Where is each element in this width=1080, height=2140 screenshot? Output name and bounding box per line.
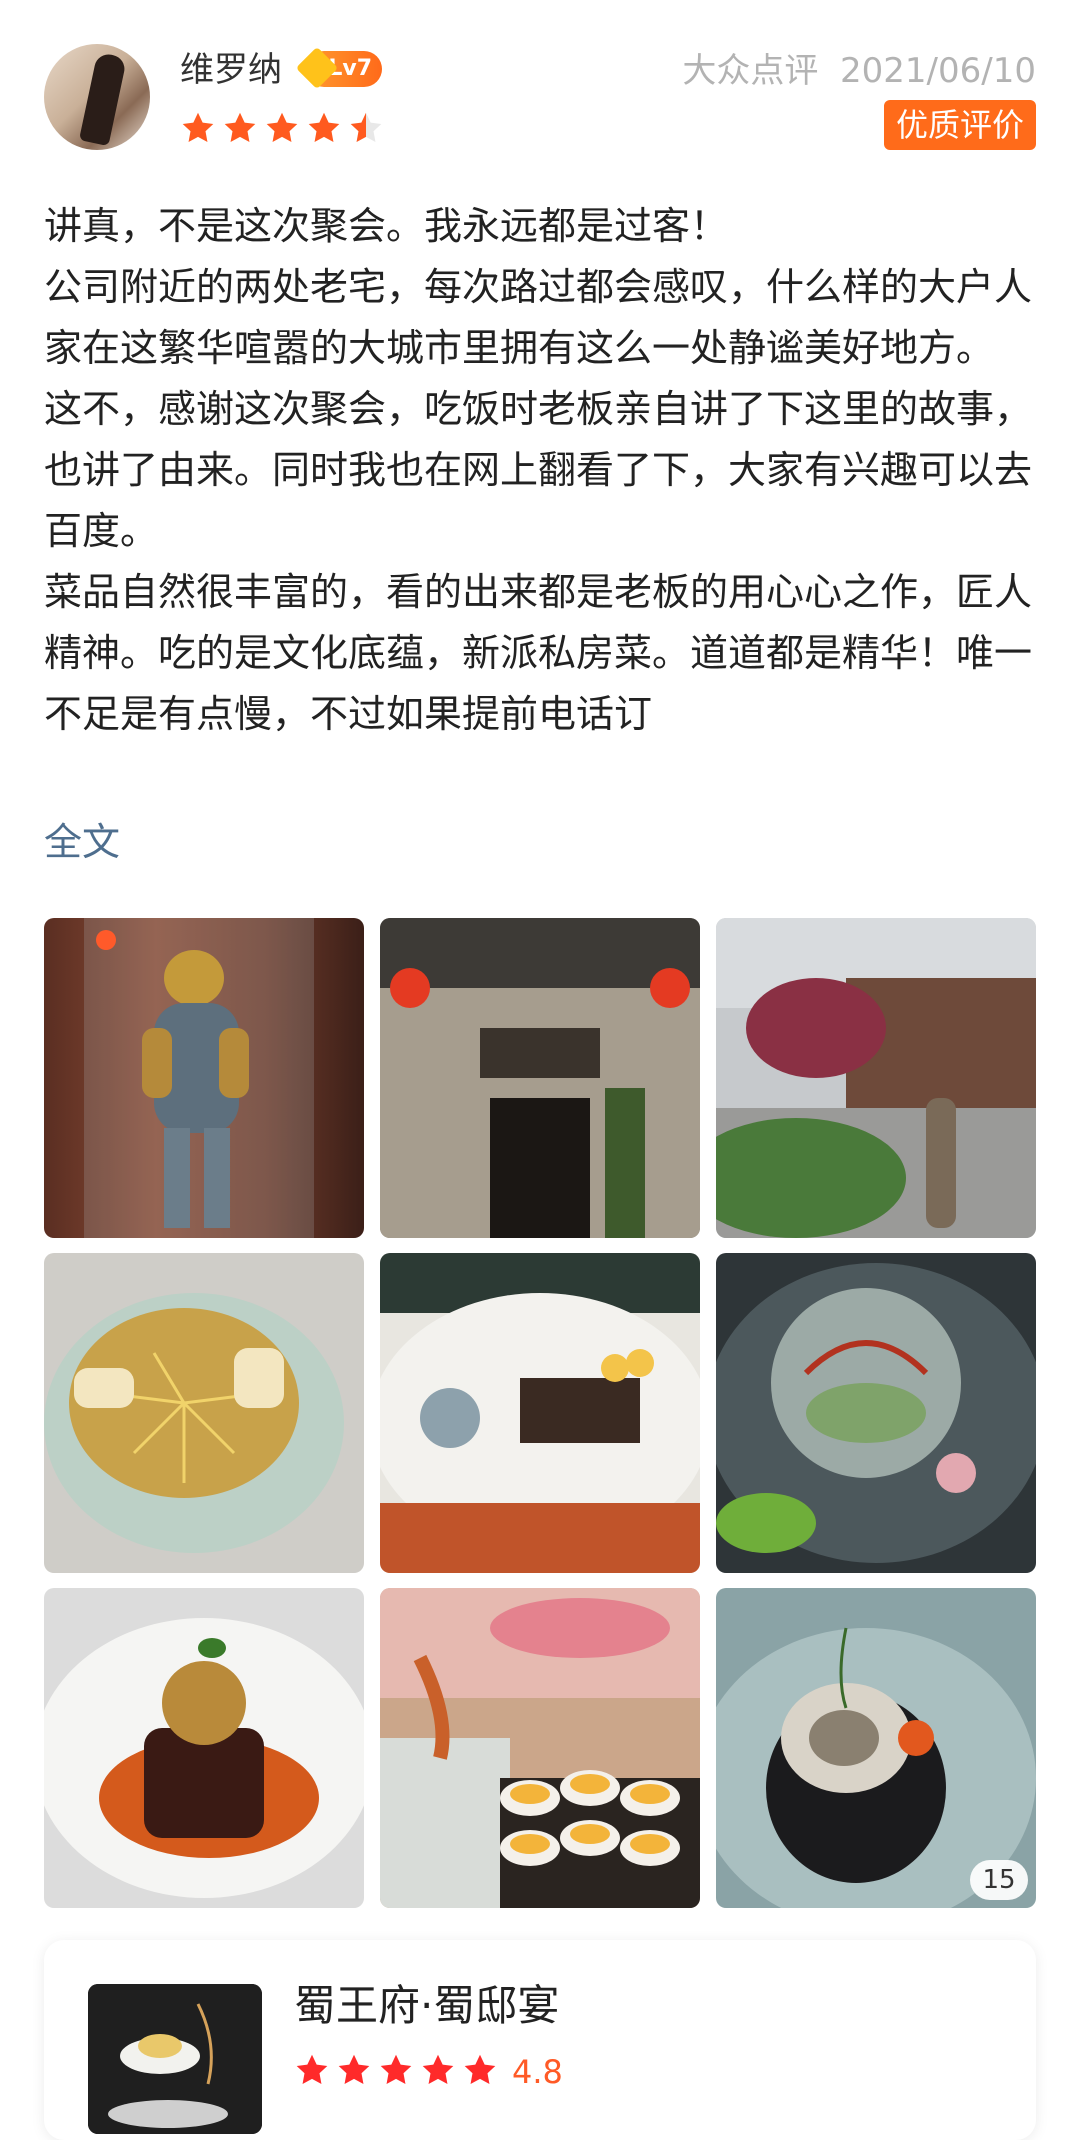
expand-full-text-link[interactable]: 全文 [44, 812, 120, 872]
star-icon [182, 112, 214, 142]
star-icon [308, 112, 340, 142]
star-icon [464, 2054, 496, 2084]
review-source: 大众点评 [682, 51, 819, 91]
star-icon [338, 2054, 370, 2084]
review-paragraph: 讲真，不是这次聚会。我永远都是过客！ [44, 204, 729, 248]
photo-thumbnail[interactable] [716, 918, 1036, 1238]
review-date: 2021/06/10 [840, 51, 1036, 91]
photo-thumbnail[interactable] [44, 918, 364, 1238]
review-paragraph: 这不，感谢这次聚会，吃饭时老板亲自讲了下这里的故事，也讲了由来。同时我也在网上翻… [44, 387, 1033, 553]
shop-card[interactable]: 蜀王府·蜀邸宴 4.8 [44, 1940, 1036, 2140]
reviewer-rating-stars [180, 110, 384, 150]
photo-thumbnail[interactable] [380, 918, 700, 1238]
review-source-date: 大众点评 2021/06/10 [682, 46, 1036, 96]
photo-thumbnail[interactable] [44, 1253, 364, 1573]
star-icon [422, 2054, 454, 2084]
photo-gallery: 15 [44, 918, 1036, 1908]
photo-thumbnail[interactable] [44, 1588, 364, 1908]
photo-thumbnail[interactable] [716, 1253, 1036, 1573]
star-icon [380, 2054, 412, 2084]
star-icon [266, 112, 298, 142]
shop-rating-score: 4.8 [512, 2053, 563, 2091]
shop-rating-stars [294, 2052, 498, 2088]
photo-thumbnail[interactable] [380, 1588, 700, 1908]
review-paragraph: 公司附近的两处老宅，每次路过都会感叹，什么样的大户人家在这繁华喧嚣的大城市里拥有… [44, 265, 1033, 370]
star-icon [296, 2054, 328, 2084]
reviewer-name[interactable]: 维罗纳 [180, 44, 282, 96]
avatar[interactable] [44, 44, 150, 150]
quality-review-badge: 优质评价 [883, 100, 1036, 150]
photo-thumbnail[interactable]: 15 [716, 1588, 1036, 1908]
shop-name[interactable]: 蜀王府·蜀邸宴 [294, 1976, 559, 2036]
level-badge: Lv7 [295, 46, 382, 90]
diamond-icon [295, 46, 339, 90]
photo-count-badge: 15 [970, 1860, 1028, 1900]
star-icon [224, 112, 256, 142]
review-paragraph: 菜品自然很丰富的，看的出来都是老板的用心心之作，匠人精神。吃的是文化底蕴，新派私… [44, 570, 1033, 736]
shop-thumbnail [88, 1984, 262, 2134]
photo-thumbnail[interactable] [380, 1253, 700, 1573]
review-header: 维罗纳 Lv7 大众点评 2021/06/10 优质评价 [0, 0, 1080, 180]
review-text: 讲真，不是这次聚会。我永远都是过客！ 公司附近的两处老宅，每次路过都会感叹，什么… [44, 196, 1044, 745]
half-star-icon [350, 112, 382, 142]
